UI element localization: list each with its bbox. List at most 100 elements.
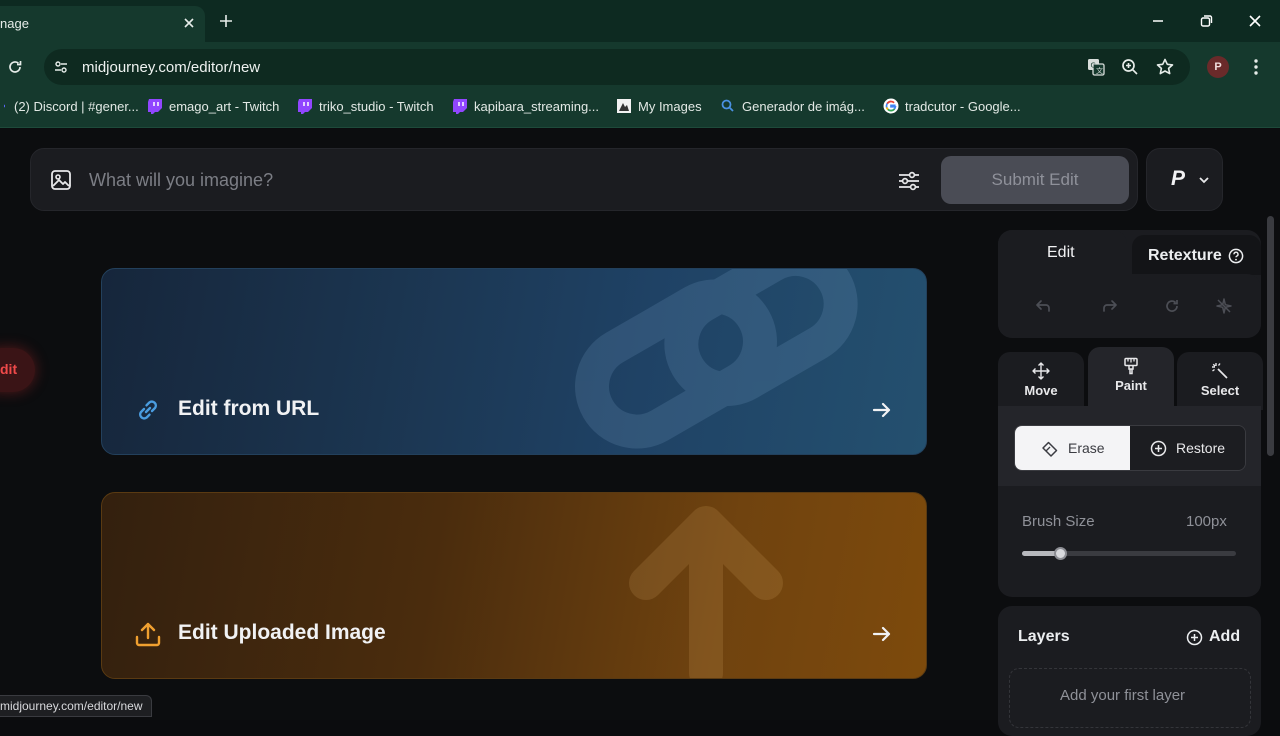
- restore-label: Restore: [1176, 440, 1226, 456]
- undo-icon[interactable]: [1034, 297, 1052, 315]
- reload-icon[interactable]: [7, 59, 23, 75]
- side-edit-label: dit: [0, 361, 18, 377]
- prompt-input[interactable]: [89, 161, 869, 199]
- brush-size-label: Brush Size: [1022, 513, 1095, 530]
- paint-brush-icon: [1124, 357, 1138, 375]
- link-status-bubble: midjourney.com/editor/new: [0, 695, 152, 717]
- bookmark-emago[interactable]: emago_art - Twitch: [147, 92, 279, 120]
- mode-move-tab[interactable]: Move: [998, 352, 1084, 410]
- bookmark-my-images[interactable]: My Images: [616, 92, 702, 120]
- address-bar[interactable]: midjourney.com/editor/new G文: [44, 49, 1190, 85]
- image-icon[interactable]: [49, 168, 73, 192]
- layers-title: Layers: [1018, 628, 1070, 645]
- tab-title: nage: [0, 16, 29, 31]
- bookmarks-bar: (2) Discord | #gener... emago_art - Twit…: [0, 92, 1280, 128]
- brush-size-value: 100px: [1186, 513, 1227, 530]
- help-icon[interactable]: [1228, 248, 1244, 264]
- side-edit-pill[interactable]: dit: [0, 348, 35, 392]
- page-scrollbar[interactable]: [1267, 216, 1274, 456]
- chevron-down-icon: [1199, 177, 1209, 184]
- mode-select-label: Select: [1200, 383, 1240, 398]
- add-layer-label: Add: [1209, 628, 1241, 645]
- upload-watermark-icon: [629, 506, 783, 678]
- bookmark-tradcutor[interactable]: tradcutor - Google...: [883, 92, 1021, 120]
- erase-restore-toggle: Erase Restore: [1014, 425, 1246, 471]
- prompt-bar: Submit Edit: [30, 148, 1138, 211]
- twitch-icon: [453, 99, 467, 114]
- image-file-icon: [617, 99, 631, 113]
- svg-text:文: 文: [1096, 66, 1103, 75]
- add-layer-button[interactable]: Add: [1186, 628, 1240, 646]
- bookmark-label: (2) Discord | #gener...: [14, 98, 139, 114]
- restore-button[interactable]: Restore: [1130, 426, 1245, 470]
- card-label: Edit Uploaded Image: [178, 621, 386, 644]
- search-icon: [721, 99, 734, 112]
- edit-uploaded-image-card[interactable]: Edit Uploaded Image: [101, 492, 927, 679]
- mode-move-label: Move: [1024, 383, 1058, 398]
- bookmark-label: Generador de imág...: [742, 98, 865, 114]
- arrow-right-icon: [872, 402, 891, 418]
- brush-size-slider[interactable]: [1022, 547, 1236, 560]
- translate-icon[interactable]: G文: [1086, 57, 1106, 77]
- redo-icon[interactable]: [1101, 297, 1119, 315]
- layers-panel: Layers Add Add your first layer: [998, 606, 1261, 736]
- upload-icon: [135, 622, 161, 647]
- move-icon: [1032, 362, 1050, 380]
- history-toolbar: [998, 274, 1261, 338]
- layers-empty-text: Add your first layer: [1060, 687, 1186, 704]
- layers-empty-dropzone[interactable]: Add your first layer: [1009, 668, 1251, 728]
- tab-close-icon[interactable]: [181, 15, 197, 31]
- paint-mode-area: Erase Restore: [998, 406, 1261, 486]
- editor-page: Submit Edit P dit Edit from URL Edit Upl…: [0, 129, 1280, 736]
- plus-circle-icon: [1186, 629, 1203, 645]
- edit-tools-card: Retexture Edit: [998, 230, 1261, 338]
- url-text[interactable]: midjourney.com/editor/new: [82, 59, 260, 76]
- erase-button[interactable]: Erase: [1015, 426, 1130, 470]
- link-watermark-icon: [575, 269, 858, 449]
- settings-sliders-icon[interactable]: [896, 168, 922, 194]
- profile-avatar[interactable]: P: [1207, 56, 1229, 78]
- bookmark-kapibara[interactable]: kapibara_streaming...: [452, 92, 599, 120]
- arrow-right-icon: [872, 626, 891, 642]
- reset-icon[interactable]: [1163, 297, 1181, 315]
- magic-select-icon: [1212, 363, 1228, 379]
- tab-retexture-label: Retexture: [1148, 247, 1222, 264]
- mode-select-tab[interactable]: Select: [1177, 352, 1263, 410]
- discord-icon: [4, 104, 5, 108]
- bookmark-discord[interactable]: (2) Discord | #gener...: [4, 92, 139, 120]
- erase-label: Erase: [1068, 440, 1105, 456]
- site-info-icon[interactable]: [53, 59, 69, 75]
- tab-retexture[interactable]: Retexture: [1132, 235, 1261, 275]
- brush-size-thumb[interactable]: [1053, 547, 1067, 560]
- tab-edit[interactable]: Edit: [998, 230, 1127, 274]
- sparkle-off-icon[interactable]: [1215, 297, 1233, 315]
- twitch-icon: [148, 99, 162, 114]
- bookmark-label: tradcutor - Google...: [905, 98, 1021, 114]
- bookmark-generador[interactable]: Generador de imág...: [720, 92, 865, 120]
- paint-options-panel: Erase Restore Brush Size 100px: [998, 406, 1261, 597]
- restore-window-icon[interactable]: [1198, 13, 1214, 29]
- eraser-icon: [1042, 441, 1058, 457]
- mode-paint-label: Paint: [1115, 378, 1147, 393]
- plus-circle-icon: [1150, 440, 1167, 457]
- bookmark-label: My Images: [638, 98, 702, 114]
- browser-menu-icon[interactable]: [1248, 58, 1264, 76]
- minimize-icon[interactable]: [1150, 13, 1166, 29]
- bookmark-triko[interactable]: triko_studio - Twitch: [297, 92, 434, 120]
- twitch-icon: [298, 99, 312, 114]
- card-label: Edit from URL: [178, 397, 320, 420]
- edit-from-url-card[interactable]: Edit from URL: [101, 268, 927, 455]
- bookmark-label: kapibara_streaming...: [474, 98, 600, 114]
- close-window-icon[interactable]: [1247, 13, 1263, 29]
- new-tab-icon[interactable]: [218, 13, 234, 29]
- bookmark-star-icon[interactable]: [1155, 57, 1175, 77]
- mode-paint-tab[interactable]: Paint: [1088, 347, 1174, 407]
- browser-tab[interactable]: nage: [0, 6, 205, 42]
- zoom-icon[interactable]: [1120, 57, 1140, 77]
- user-menu-button[interactable]: P: [1146, 148, 1223, 211]
- submit-edit-button[interactable]: Submit Edit: [941, 156, 1129, 204]
- bookmark-label: emago_art - Twitch: [169, 98, 280, 114]
- bookmark-label: triko_studio - Twitch: [319, 98, 434, 114]
- browser-toolbar: midjourney.com/editor/new G文 P: [0, 42, 1280, 92]
- user-initial: P: [1171, 167, 1186, 190]
